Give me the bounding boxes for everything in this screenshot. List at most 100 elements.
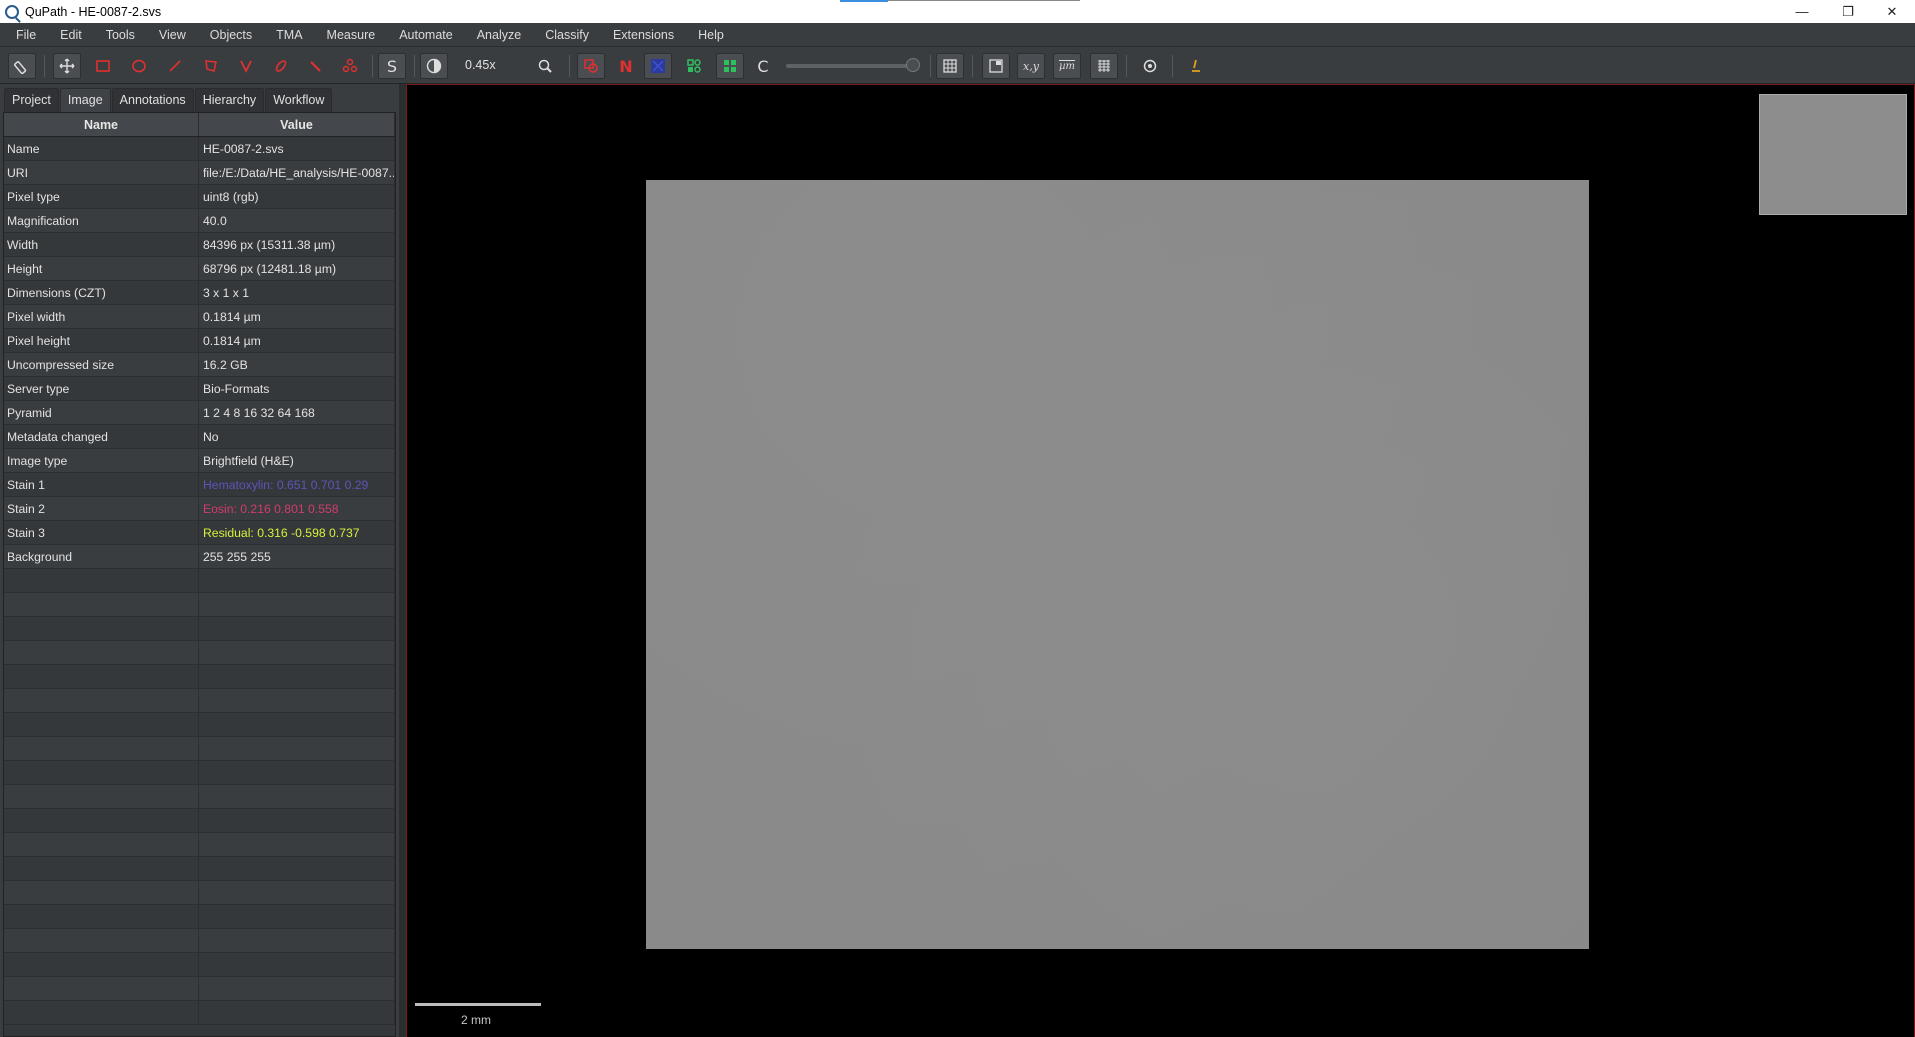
menu-measure[interactable]: Measure [311, 28, 384, 42]
table-row[interactable] [4, 641, 395, 665]
table-row[interactable] [4, 689, 395, 713]
table-row[interactable]: Height 68796 px (12481.18 µm) [4, 257, 395, 281]
brush-tool-icon[interactable] [267, 53, 295, 79]
show-cursor-location-icon[interactable]: x,y [1017, 53, 1045, 79]
menu-view[interactable]: View [143, 28, 194, 42]
log-viewer-icon[interactable] [1182, 53, 1210, 79]
table-row[interactable] [4, 665, 395, 689]
fill-annotations-icon[interactable]: N [612, 53, 640, 79]
slide-image[interactable] [646, 180, 1589, 949]
show-overview-icon[interactable] [982, 53, 1010, 79]
image-viewer[interactable]: 2 mm [406, 84, 1915, 1037]
property-value: 84396 px (15311.38 µm) [199, 233, 395, 256]
show-detections-icon[interactable] [680, 53, 708, 79]
menu-tools[interactable]: Tools [90, 28, 143, 42]
wand-tool-icon[interactable] [301, 53, 329, 79]
line-tool-icon[interactable] [161, 53, 189, 79]
table-row[interactable] [4, 953, 395, 977]
opacity-slider-thumb[interactable] [906, 58, 920, 72]
table-row[interactable] [4, 881, 395, 905]
table-row[interactable] [4, 569, 395, 593]
column-header-value[interactable]: Value [199, 113, 395, 136]
table-row[interactable]: Pixel width 0.1814 µm [4, 305, 395, 329]
table-row[interactable]: Dimensions (CZT) 3 x 1 x 1 [4, 281, 395, 305]
property-name: Image type [4, 449, 199, 472]
column-header-name[interactable]: Name [4, 113, 199, 136]
overview-thumbnail[interactable] [1759, 94, 1907, 215]
panel-divider[interactable] [399, 84, 406, 1037]
show-grid-icon[interactable] [1090, 53, 1118, 79]
selection-mode-icon[interactable]: S [378, 53, 406, 79]
show-scalebar-icon[interactable]: µm [1053, 53, 1081, 79]
table-row[interactable]: Stain 3 Residual: 0.316 -0.598 0.737 [4, 521, 395, 545]
show-tma-grid-icon[interactable] [644, 53, 672, 79]
tab-annotations[interactable]: Annotations [111, 88, 194, 112]
table-row[interactable]: Server type Bio-Formats [4, 377, 395, 401]
table-row[interactable]: Name HE-0087-2.svs [4, 137, 395, 161]
menu-classify[interactable]: Classify [529, 28, 597, 42]
polyline-tool-icon[interactable] [232, 53, 260, 79]
property-value: 40.0 [199, 209, 395, 232]
property-name: Stain 1 [4, 473, 199, 496]
table-row[interactable] [4, 929, 395, 953]
rectangle-tool-icon[interactable] [89, 53, 117, 79]
menu-help[interactable]: Help [682, 28, 732, 42]
table-row[interactable] [4, 857, 395, 881]
property-value: 255 255 255 [199, 545, 395, 568]
opacity-slider[interactable] [786, 64, 916, 68]
table-row[interactable] [4, 785, 395, 809]
menu-edit[interactable]: Edit [44, 28, 90, 42]
brightness-contrast-icon[interactable] [420, 53, 448, 79]
table-row[interactable]: Metadata changed No [4, 425, 395, 449]
table-row[interactable]: Background 255 255 255 [4, 545, 395, 569]
table-row[interactable]: Stain 1 Hematoxylin: 0.651 0.701 0.29 [4, 473, 395, 497]
menu-tma[interactable]: TMA [260, 28, 310, 42]
points-tool-icon[interactable] [336, 53, 364, 79]
polygon-tool-icon[interactable] [197, 53, 225, 79]
move-tool-icon[interactable] [53, 53, 81, 79]
table-row[interactable]: Magnification 40.0 [4, 209, 395, 233]
table-row[interactable]: Stain 2 Eosin: 0.216 0.801 0.558 [4, 497, 395, 521]
empty-cell [199, 785, 395, 808]
table-row[interactable] [4, 593, 395, 617]
table-row[interactable] [4, 713, 395, 737]
tab-workflow[interactable]: Workflow [265, 88, 333, 112]
measurement-table-icon[interactable] [936, 53, 964, 79]
menu-objects[interactable]: Objects [194, 28, 260, 42]
analysis-pane-toggle-icon[interactable] [8, 53, 36, 79]
table-row[interactable]: Uncompressed size 16.2 GB [4, 353, 395, 377]
table-row[interactable]: Width 84396 px (15311.38 µm) [4, 233, 395, 257]
pixel-classification-icon[interactable]: C [749, 53, 777, 79]
table-row[interactable]: Pixel type uint8 (rgb) [4, 185, 395, 209]
table-row[interactable]: Pyramid 1 2 4 8 16 32 64 168 [4, 401, 395, 425]
menu-automate[interactable]: Automate [383, 28, 461, 42]
zoom-to-fit-icon[interactable] [531, 53, 559, 79]
ellipse-tool-icon[interactable] [125, 53, 153, 79]
menu-file[interactable]: File [0, 28, 44, 42]
table-row[interactable] [4, 809, 395, 833]
empty-cell [199, 905, 395, 928]
table-row[interactable]: URI file:/E:/Data/HE_analysis/HE-0087... [4, 161, 395, 185]
table-row[interactable] [4, 1001, 395, 1025]
empty-cell [4, 761, 199, 784]
table-row[interactable] [4, 737, 395, 761]
table-row[interactable] [4, 905, 395, 929]
menu-analyze[interactable]: Analyze [461, 28, 529, 42]
table-row[interactable] [4, 617, 395, 641]
fill-detections-icon[interactable] [716, 53, 744, 79]
tab-image[interactable]: Image [59, 88, 111, 112]
show-annotations-icon[interactable] [577, 53, 605, 79]
menu-extensions[interactable]: Extensions [597, 28, 682, 42]
empty-cell [4, 689, 199, 712]
restore-button[interactable]: ❐ [1825, 0, 1871, 23]
table-row[interactable] [4, 761, 395, 785]
table-row[interactable] [4, 977, 395, 1001]
tab-project[interactable]: Project [4, 88, 59, 112]
preferences-icon[interactable] [1136, 53, 1164, 79]
table-row[interactable]: Pixel height 0.1814 µm [4, 329, 395, 353]
minimize-button[interactable]: — [1779, 0, 1825, 23]
close-button[interactable]: ✕ [1869, 0, 1915, 23]
tab-hierarchy[interactable]: Hierarchy [194, 88, 265, 112]
table-row[interactable] [4, 833, 395, 857]
table-row[interactable]: Image type Brightfield (H&E) [4, 449, 395, 473]
